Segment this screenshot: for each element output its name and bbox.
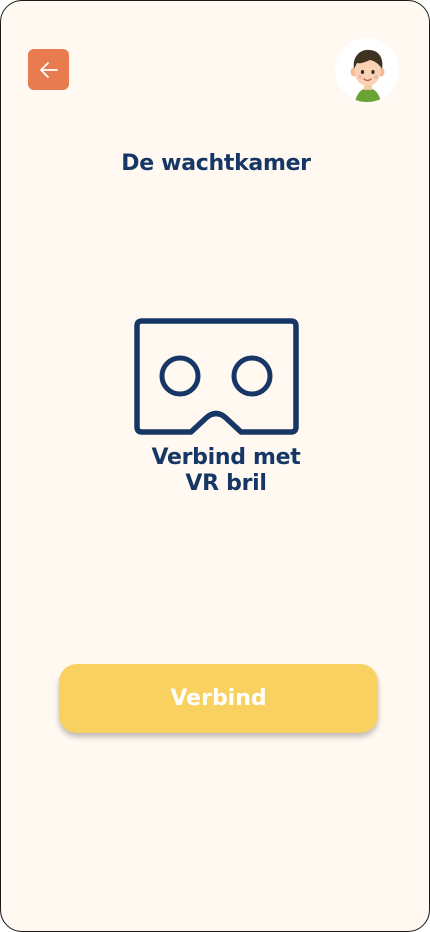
phone-screen: De wachtkamer Verbind met VR bril Verbin…: [0, 0, 430, 932]
vr-label-line1: Verbind met: [151, 445, 301, 470]
page-title: De wachtkamer: [121, 151, 311, 176]
vr-label-line2: VR bril: [185, 471, 267, 496]
vr-headset-icon: [134, 318, 299, 435]
connect-button[interactable]: Verbind: [59, 664, 378, 733]
vr-connect-label: Verbind met VR bril: [111, 445, 341, 497]
back-button[interactable]: [28, 49, 69, 90]
boy-avatar-icon: [350, 49, 385, 102]
arrow-left-icon: [39, 61, 58, 78]
avatar[interactable]: [335, 38, 399, 102]
